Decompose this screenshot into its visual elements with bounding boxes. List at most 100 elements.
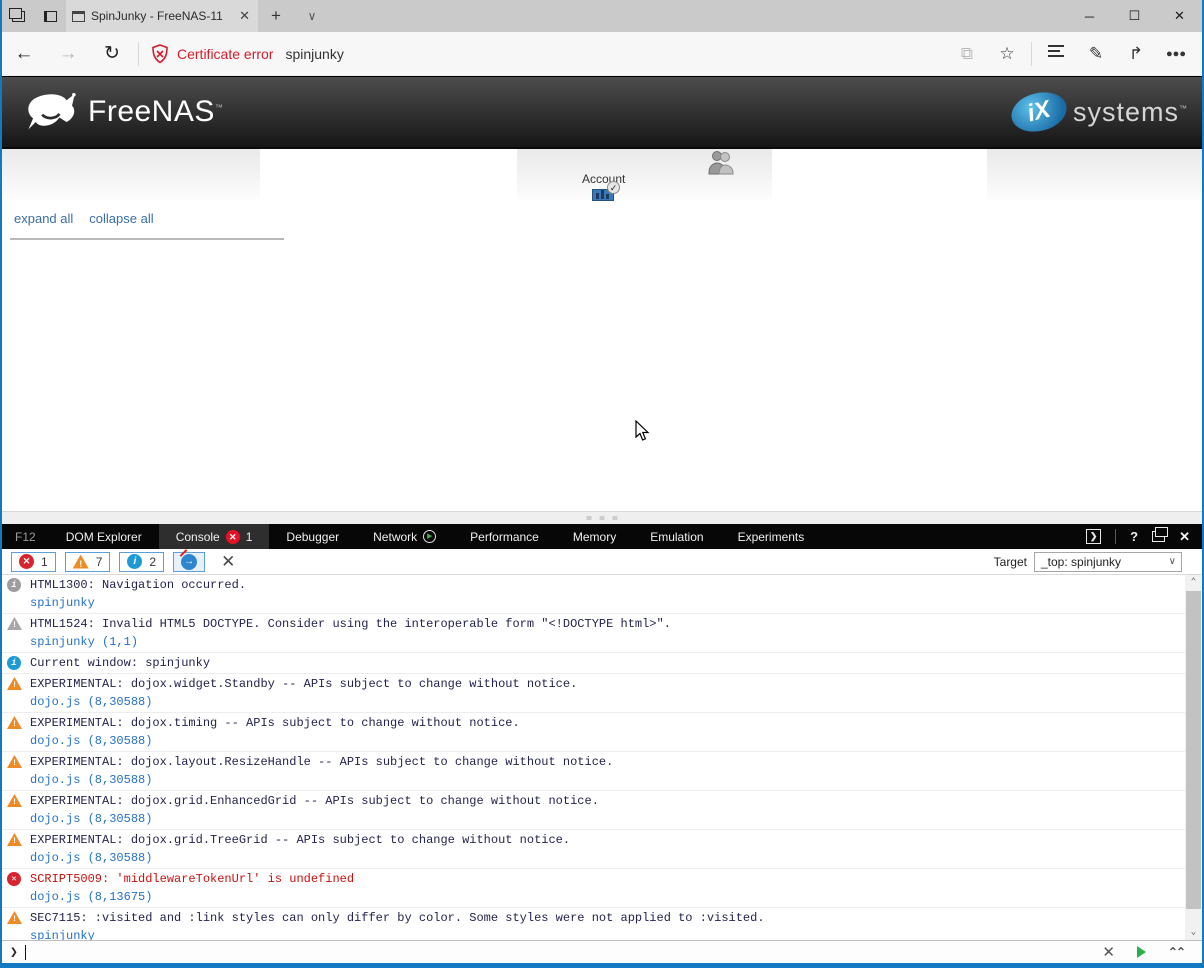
window-border bbox=[2, 963, 1202, 968]
page-content: Account ✓ expand all collapse all bbox=[2, 149, 1202, 511]
source-link[interactable]: spinjunky bbox=[30, 927, 1185, 940]
warning-count: 7 bbox=[95, 554, 103, 569]
console-prompt: ❯ bbox=[10, 944, 18, 960]
console-chooser-icon[interactable]: ❯ bbox=[1086, 529, 1102, 544]
console-message: SEC7115: :visited and :link styles can o… bbox=[2, 908, 1185, 940]
url-text[interactable]: spinjunky bbox=[285, 46, 343, 62]
warning-icon bbox=[7, 755, 22, 768]
content-divider bbox=[10, 238, 284, 240]
actions-separator bbox=[1031, 41, 1032, 66]
filter-errors-button[interactable]: ✕ 1 bbox=[11, 551, 56, 572]
source-link[interactable]: dojo.js (8,30588) bbox=[30, 849, 1185, 867]
scroll-down-icon[interactable]: ⌄ bbox=[1185, 925, 1202, 940]
devtools-window-buttons: ❯ ? ✕ bbox=[1086, 524, 1202, 549]
freenas-shark-icon bbox=[28, 92, 76, 130]
clear-input-icon[interactable]: ✕ bbox=[1102, 943, 1115, 961]
tab-close-icon[interactable]: ✕ bbox=[237, 8, 252, 24]
tabs-set-aside-icon[interactable] bbox=[34, 0, 66, 32]
tab-dom-explorer[interactable]: DOM Explorer bbox=[49, 524, 159, 549]
certificate-error-badge[interactable]: Certificate error bbox=[151, 43, 273, 64]
console-message: EXPERIMENTAL: dojox.layout.ResizeHandle … bbox=[2, 752, 1185, 791]
run-script-icon[interactable] bbox=[1136, 946, 1146, 958]
browser-actions: ⧉ ☆ ✎ ↱ ●●● bbox=[947, 41, 1196, 66]
warning-icon bbox=[7, 911, 22, 924]
back-button[interactable]: ← bbox=[2, 43, 46, 65]
new-tab-button[interactable]: + bbox=[258, 0, 294, 32]
minimize-button[interactable]: ─ bbox=[1067, 0, 1112, 32]
error-count: 1 bbox=[41, 554, 48, 569]
more-options-icon[interactable]: ●●● bbox=[1156, 48, 1196, 60]
clear-on-navigate-button[interactable]: → bbox=[173, 551, 206, 572]
clear-on-navigate-icon: → bbox=[181, 553, 198, 570]
source-link[interactable]: dojo.js (8,30588) bbox=[30, 732, 1185, 750]
source-link[interactable]: dojo.js (8,30588) bbox=[30, 771, 1185, 789]
hub-icon[interactable] bbox=[1036, 42, 1076, 65]
tab-memory[interactable]: Memory bbox=[556, 524, 633, 549]
info-muted-icon: i bbox=[7, 578, 21, 592]
loading-placeholder bbox=[987, 149, 1202, 201]
collapse-all-link[interactable]: collapse all bbox=[89, 211, 153, 226]
favorites-star-icon[interactable]: ☆ bbox=[987, 44, 1027, 64]
source-link[interactable]: spinjunky (1,1) bbox=[30, 633, 1185, 651]
tab-performance[interactable]: Performance bbox=[453, 524, 556, 549]
ixsystems-logo: iX systems™ bbox=[1007, 86, 1188, 138]
freenas-logo: FreeNAS™ bbox=[24, 89, 223, 135]
source-link[interactable]: dojo.js (8,30588) bbox=[30, 693, 1185, 711]
browser-tab[interactable]: SpinJunky - FreeNAS-11 ✕ bbox=[66, 0, 258, 32]
scroll-up-icon[interactable]: ⌃ bbox=[1185, 575, 1202, 590]
expand-multiline-icon[interactable]: ⌃⌃ bbox=[1168, 945, 1186, 959]
filter-warnings-button[interactable]: 7 bbox=[64, 551, 111, 572]
set-tabs-aside-icon[interactable] bbox=[2, 0, 34, 32]
share-icon[interactable]: ↱ bbox=[1116, 44, 1156, 64]
info-icon: i bbox=[7, 656, 21, 670]
console-message: i Current window: spinjunky bbox=[2, 653, 1185, 674]
address-separator bbox=[138, 41, 139, 66]
devtools-close-icon[interactable]: ✕ bbox=[1179, 529, 1190, 545]
tree-controls: expand all collapse all bbox=[14, 211, 170, 226]
unpin-dock-icon[interactable] bbox=[1152, 527, 1169, 542]
filter-info-button[interactable]: i 2 bbox=[119, 551, 165, 572]
console-input-row[interactable]: ❯ ✕ ⌃⌃ bbox=[2, 940, 1202, 963]
console-message: EXPERIMENTAL: dojox.grid.TreeGrid -- API… bbox=[2, 830, 1185, 869]
target-label: Target bbox=[993, 554, 1027, 569]
tab-console[interactable]: Console ✕ 1 bbox=[158, 524, 270, 549]
source-link[interactable]: spinjunky bbox=[30, 594, 1185, 612]
tab-emulation[interactable]: Emulation bbox=[633, 524, 720, 549]
annotate-pen-icon[interactable]: ✎ bbox=[1076, 44, 1116, 64]
site-header: FreeNAS™ iX systems™ bbox=[2, 76, 1202, 149]
console-error-count: 1 bbox=[245, 529, 253, 544]
devtools-splitter[interactable] bbox=[2, 511, 1202, 524]
source-link[interactable]: dojo.js (8,30588) bbox=[30, 810, 1185, 828]
users-icon[interactable] bbox=[707, 150, 735, 176]
clear-console-icon[interactable]: ✕ bbox=[221, 552, 235, 572]
forward-button: → bbox=[58, 42, 78, 64]
mouse-cursor bbox=[635, 420, 650, 441]
console-message: EXPERIMENTAL: dojox.widget.Standby -- AP… bbox=[2, 674, 1185, 713]
console-message: EXPERIMENTAL: dojox.grid.EnhancedGrid --… bbox=[2, 791, 1185, 830]
tab-f12: F12 bbox=[15, 529, 36, 544]
window-controls: ─ ☐ ✕ bbox=[1067, 0, 1202, 32]
refresh-button[interactable]: ↻ bbox=[90, 42, 134, 65]
target-select[interactable]: _top: spinjunky ∨ bbox=[1034, 551, 1182, 572]
console-output: i HTML1300: Navigation occurred. spinjun… bbox=[2, 575, 1202, 940]
tab-experiments[interactable]: Experiments bbox=[721, 524, 822, 549]
tab-network[interactable]: Network ▶ bbox=[356, 524, 453, 549]
tab-preview-chevron-icon[interactable]: ∨ bbox=[294, 0, 330, 32]
loading-placeholder bbox=[2, 149, 260, 201]
expand-all-link[interactable]: expand all bbox=[14, 211, 73, 226]
close-button[interactable]: ✕ bbox=[1157, 0, 1202, 32]
error-icon: ✕ bbox=[19, 554, 34, 569]
tab-favicon-icon bbox=[72, 10, 85, 22]
titlebar: SpinJunky - FreeNAS-11 ✕ + ∨ ─ ☐ ✕ bbox=[2, 0, 1202, 32]
account-check-icon[interactable]: ✓ bbox=[592, 181, 620, 201]
help-icon[interactable]: ? bbox=[1130, 529, 1138, 544]
source-link[interactable]: dojo.js (8,13675) bbox=[30, 888, 1185, 906]
scrollbar-thumb[interactable] bbox=[1186, 591, 1201, 909]
console-error-badge-icon: ✕ bbox=[225, 529, 240, 544]
maximize-button[interactable]: ☐ bbox=[1112, 0, 1157, 32]
console-scrollbar[interactable]: ⌃ ⌄ bbox=[1185, 575, 1202, 940]
console-message: i HTML1300: Navigation occurred. spinjun… bbox=[2, 575, 1185, 614]
error-icon: ✕ bbox=[7, 872, 21, 886]
warning-muted-icon bbox=[7, 617, 22, 630]
tab-debugger[interactable]: Debugger bbox=[269, 524, 356, 549]
